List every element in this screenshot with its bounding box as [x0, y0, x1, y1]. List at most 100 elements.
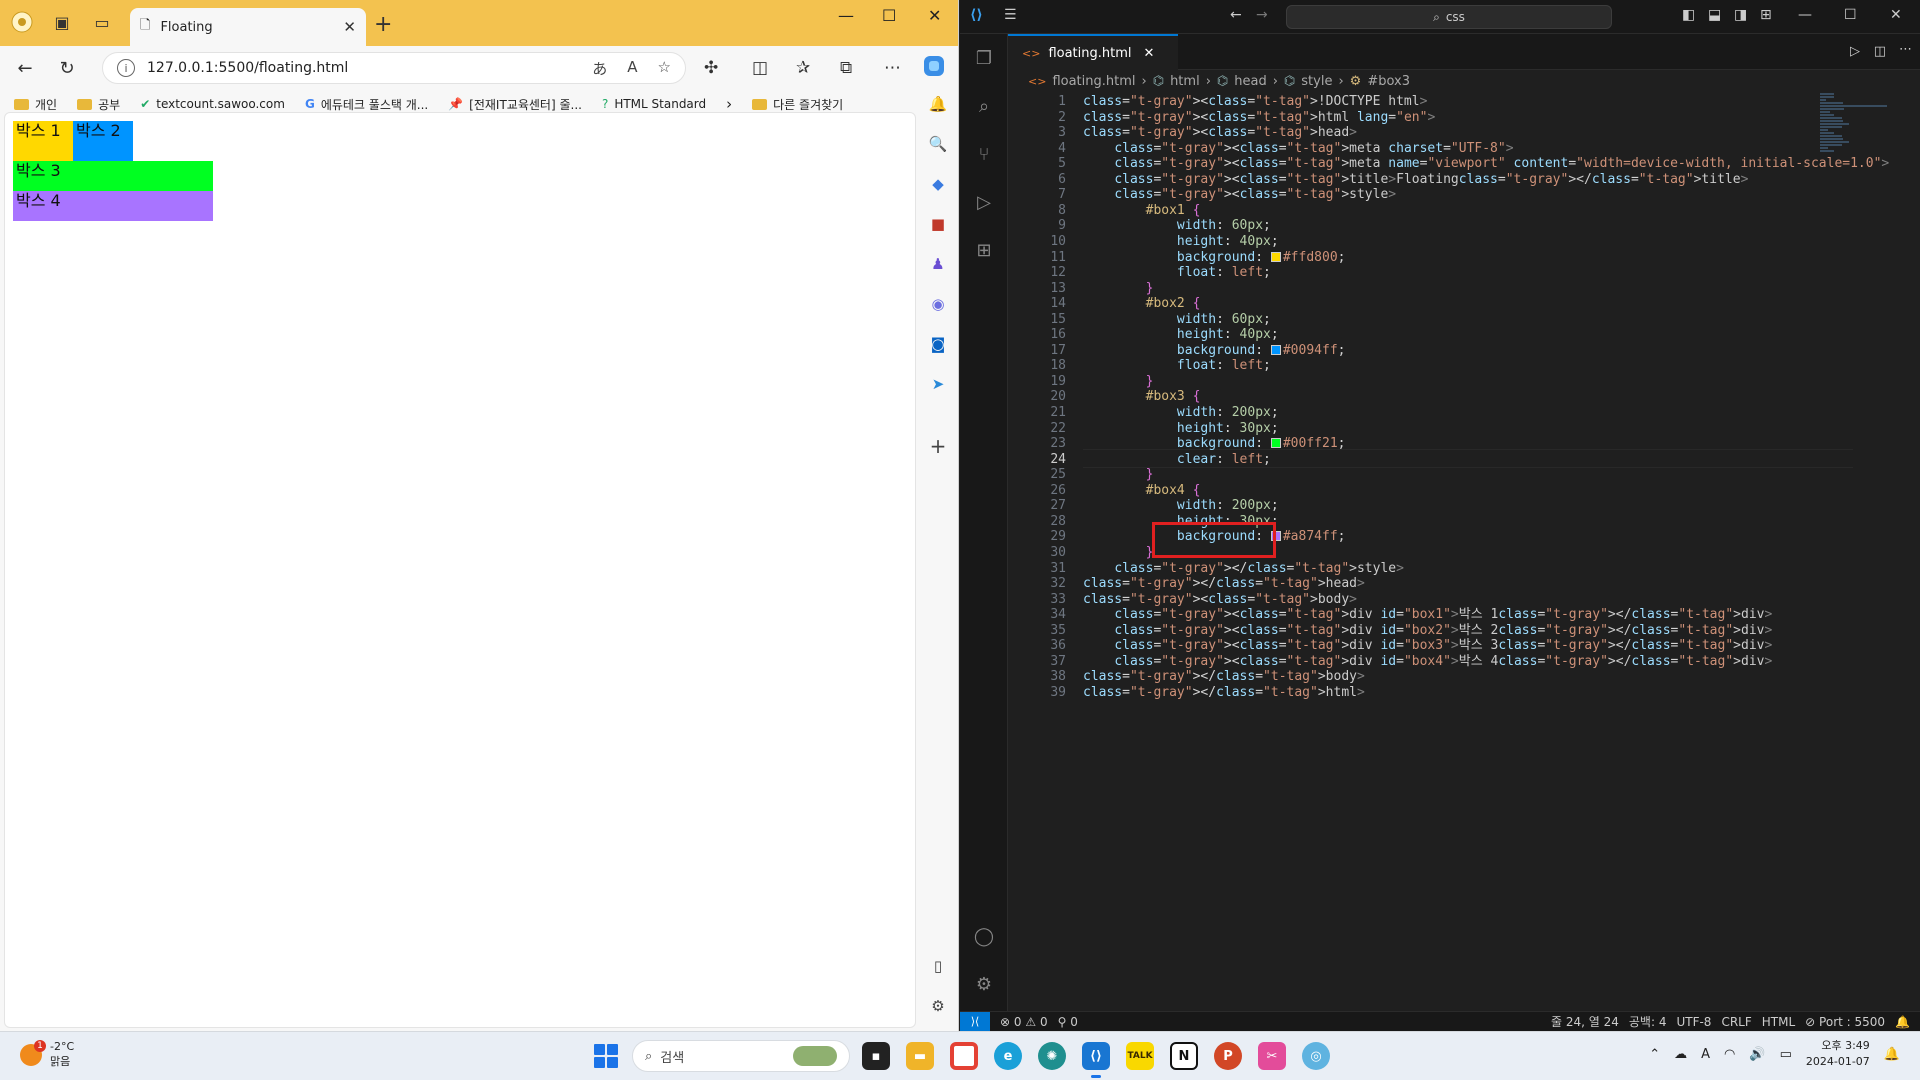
manage-gear-icon[interactable]: ⚙: [972, 972, 996, 996]
ports-indicator[interactable]: ⚲ 0: [1058, 1015, 1078, 1029]
minimap[interactable]: [1820, 92, 1890, 172]
battery-icon[interactable]: ▭: [1780, 1047, 1792, 1062]
notion-icon[interactable]: N: [1170, 1042, 1198, 1070]
bookmark-folder[interactable]: 개인: [14, 96, 57, 113]
wifi-icon[interactable]: ◠: [1724, 1047, 1735, 1062]
live-server-port[interactable]: ⊘ Port : 5500: [1805, 1015, 1885, 1029]
split-screen-icon[interactable]: ◫: [752, 58, 768, 78]
weather-widget[interactable]: -2°C 맑음: [20, 1039, 74, 1069]
chrome-icon[interactable]: [950, 1042, 978, 1070]
m365-icon[interactable]: ◉: [926, 292, 950, 316]
notifications-bell-icon[interactable]: 🔔: [1895, 1015, 1910, 1029]
more-actions-icon[interactable]: ⋯: [1899, 42, 1912, 57]
start-button[interactable]: [594, 1044, 618, 1068]
tab-actions-icon[interactable]: ▭: [90, 10, 114, 34]
bookmarks-overflow-chevron-icon[interactable]: ›: [726, 95, 732, 113]
forward-arrow-icon[interactable]: →: [1256, 7, 1268, 23]
command-center-search[interactable]: ⌕ css: [1286, 5, 1612, 29]
read-aloud-icon[interactable]: A: [627, 58, 637, 79]
extensions-icon[interactable]: ✣: [704, 58, 718, 78]
minimize-icon[interactable]: —: [838, 6, 854, 25]
close-tab-icon[interactable]: ✕: [1144, 46, 1155, 61]
profile-icon[interactable]: [10, 10, 34, 34]
encoding[interactable]: UTF-8: [1676, 1015, 1711, 1029]
chatgpt-icon[interactable]: ✺: [1038, 1042, 1066, 1070]
toggle-secondary-sidebar-icon[interactable]: ◨: [1734, 7, 1747, 23]
vscode-taskbar-icon[interactable]: ⟨⟩: [1082, 1042, 1110, 1078]
breadcrumb-item[interactable]: style: [1301, 74, 1332, 89]
taskbar-search[interactable]: ⌕ 검색: [632, 1040, 850, 1072]
snipping-tool-icon[interactable]: ✂: [1258, 1042, 1286, 1070]
app-icon[interactable]: ◎: [1302, 1042, 1330, 1070]
breadcrumb-item[interactable]: #box3: [1367, 74, 1410, 89]
bell-icon[interactable]: 🔔: [926, 92, 950, 116]
powerpoint-icon[interactable]: P: [1214, 1042, 1242, 1070]
line-ending[interactable]: CRLF: [1721, 1015, 1751, 1029]
outlook-icon[interactable]: ◙: [926, 332, 950, 356]
breadcrumb-item[interactable]: floating.html: [1052, 74, 1135, 89]
maximize-icon[interactable]: ☐: [882, 6, 896, 25]
new-tab-button[interactable]: +: [374, 12, 392, 37]
toggle-panel-icon[interactable]: ⬓: [1708, 7, 1721, 23]
code-line[interactable]: 39 class="t-gray"></class="t-tag">html>: [1008, 683, 1868, 702]
shopping-tag-icon[interactable]: ◆: [926, 172, 950, 196]
split-editor-icon[interactable]: ◫: [1874, 44, 1886, 59]
toggle-sidebar-icon[interactable]: ◧: [1682, 7, 1695, 23]
bookmark-folder-other[interactable]: 다른 즐겨찾기: [752, 96, 843, 113]
problems-indicator[interactable]: ⊗ 0 ⚠ 0: [1000, 1015, 1048, 1029]
collections-icon[interactable]: ⧉: [840, 58, 852, 78]
hamburger-menu-icon[interactable]: ☰: [1004, 7, 1017, 23]
account-icon[interactable]: ◯: [972, 924, 996, 948]
notifications-bell-icon[interactable]: 🔔: [1884, 1047, 1900, 1062]
add-icon[interactable]: +: [926, 434, 950, 458]
sidebar-toggle-icon[interactable]: ▯: [926, 954, 950, 978]
task-view-icon[interactable]: ▪: [862, 1042, 890, 1070]
clock[interactable]: 오후 3:49 2024-01-07: [1806, 1038, 1870, 1070]
translate-icon[interactable]: あ: [592, 58, 607, 79]
tab-floating-html[interactable]: <> floating.html ✕: [1008, 34, 1178, 70]
bookmark-folder[interactable]: 공부: [77, 96, 120, 113]
customize-layout-icon[interactable]: ⊞: [1760, 7, 1772, 23]
explorer-icon[interactable]: ❐: [972, 46, 996, 70]
run-debug-icon[interactable]: ▷: [972, 190, 996, 214]
source-control-icon[interactable]: ⑂: [972, 142, 996, 166]
bookmark-link[interactable]: ? HTML Standard: [602, 97, 706, 111]
copilot-icon[interactable]: [922, 54, 946, 83]
maximize-icon[interactable]: ☐: [1844, 7, 1857, 23]
bookmark-link[interactable]: ✔ textcount.sawoo.com: [140, 97, 285, 111]
kakaotalk-icon[interactable]: TALK: [1126, 1042, 1154, 1070]
edge-icon[interactable]: e: [994, 1042, 1022, 1070]
site-info-icon[interactable]: i: [117, 59, 135, 77]
onedrive-icon[interactable]: ☁: [1674, 1047, 1687, 1062]
breadcrumb-item[interactable]: head: [1234, 74, 1266, 89]
tools-icon[interactable]: ■: [926, 212, 950, 236]
ime-icon[interactable]: A: [1701, 1047, 1710, 1062]
chevron-up-icon[interactable]: ⌃: [1649, 1047, 1660, 1062]
volume-icon[interactable]: 🔊: [1749, 1047, 1765, 1062]
cursor-position[interactable]: 줄 24, 열 24: [1551, 1013, 1619, 1030]
send-icon[interactable]: ➤: [926, 372, 950, 396]
settings-gear-icon[interactable]: ⚙: [926, 994, 950, 1018]
indentation[interactable]: 공백: 4: [1629, 1013, 1667, 1030]
breadcrumb-item[interactable]: html: [1170, 74, 1200, 89]
bookmark-link[interactable]: G 에듀테크 풀스택 개...: [305, 96, 428, 113]
browser-tab[interactable]: 🗋 Floating ✕: [130, 8, 366, 46]
more-menu-icon[interactable]: ⋯: [884, 58, 901, 78]
back-arrow-icon[interactable]: ←: [1230, 7, 1242, 23]
minimize-icon[interactable]: —: [1798, 7, 1812, 23]
search-icon[interactable]: 🔍: [926, 132, 950, 156]
close-window-icon[interactable]: ✕: [1890, 7, 1902, 23]
close-tab-icon[interactable]: ✕: [343, 18, 356, 36]
refresh-icon[interactable]: ↻: [52, 53, 82, 83]
bookmark-link[interactable]: 📌 [전재IT교육센터] 줄...: [448, 96, 582, 113]
run-icon[interactable]: ▷: [1850, 44, 1860, 59]
favorites-icon[interactable]: ✰: [796, 58, 810, 78]
language-mode[interactable]: HTML: [1762, 1015, 1795, 1029]
favorite-star-icon[interactable]: ☆: [658, 58, 671, 79]
back-arrow-icon[interactable]: ←: [10, 53, 40, 83]
url-field[interactable]: i 127.0.0.1:5500/floating.html あ A ☆: [102, 52, 686, 84]
games-icon[interactable]: ♟: [926, 252, 950, 276]
workspaces-icon[interactable]: ▣: [50, 10, 74, 34]
code-editor[interactable]: 1 class="t-gray"><class="t-tag">!DOCTYPE …: [1008, 92, 1920, 1011]
extensions-icon[interactable]: ⊞: [972, 238, 996, 262]
